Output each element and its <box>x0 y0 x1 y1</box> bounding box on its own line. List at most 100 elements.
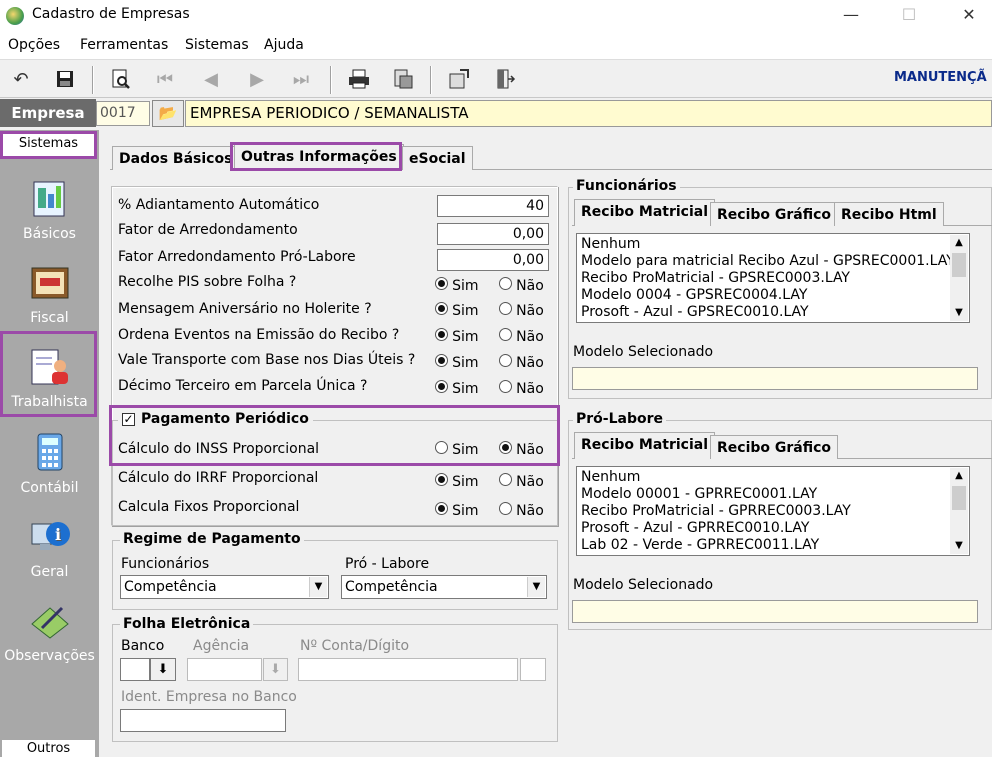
funcionarios-modelo-label: Modelo Selecionado <box>573 344 714 360</box>
radio-row-decimo: Décimo Terceiro em Parcela Única ? <box>118 378 367 394</box>
radio-decimo-nao[interactable]: Não <box>499 380 544 397</box>
radio-irrf-sim[interactable]: Sim <box>435 473 479 490</box>
prolabore-modelo-label: Modelo Selecionado <box>573 577 714 593</box>
tab-funcionarios-recibo-matricial[interactable]: Recibo Matricial <box>574 199 716 226</box>
funcionarios-scrollbar[interactable]: ▲ ▼ <box>950 235 968 321</box>
funcionarios-title: Funcionários <box>573 178 680 194</box>
agencia-lookup-icon[interactable]: ⬇ <box>263 658 288 681</box>
list-item[interactable]: Modelo 0004 - GPSREC0004.LAY <box>581 287 965 304</box>
radio-vale-nao[interactable]: Não <box>499 354 544 371</box>
tab-funcionarios-recibo-grafico[interactable]: Recibo Gráfico <box>710 202 839 226</box>
sidebar-item-observacoes[interactable]: Observações <box>0 600 99 664</box>
chevron-up-icon[interactable]: ▲ <box>950 468 968 484</box>
folha-title: Folha Eletrônica <box>120 616 254 632</box>
chevron-down-icon[interactable]: ▼ <box>950 305 968 321</box>
menu-ajuda[interactable]: Ajuda <box>264 37 304 53</box>
radio-irrf-nao[interactable]: Não <box>499 473 544 490</box>
menu-sistemas[interactable]: Sistemas <box>185 37 249 53</box>
sidebar-item-contabil[interactable]: Contábil <box>0 432 99 496</box>
radio-row-label: Mensagem Aniversário no Holerite ? <box>118 301 372 317</box>
radio-row-ordena: Ordena Eventos na Emissão do Recibo ? <box>118 327 399 343</box>
sidebar-item-basicos[interactable]: Básicos <box>0 178 99 242</box>
tab-prolabore-recibo-grafico[interactable]: Recibo Gráfico <box>710 435 839 459</box>
prolabore-listbox[interactable]: Nenhum Modelo 00001 - GPRREC0001.LAY Rec… <box>576 466 970 556</box>
maximize-button[interactable]: ☐ <box>886 0 932 30</box>
radio-ordena-sim[interactable]: Sim <box>435 328 479 345</box>
tab-esocial[interactable]: eSocial <box>402 146 473 170</box>
first-record-icon[interactable]: ⏮ <box>152 66 178 92</box>
info-icon: i <box>28 516 72 558</box>
radio-decimo-sim[interactable]: Sim <box>435 380 479 397</box>
adiantamento-input[interactable]: 40 <box>437 195 549 217</box>
empresa-name-field: EMPRESA PERIODICO / SEMANALISTA <box>185 100 992 127</box>
open-folder-icon[interactable]: 📂 <box>152 100 184 127</box>
list-item[interactable]: Prosoft - Azul - GPRREC0010.LAY <box>581 520 965 537</box>
list-item[interactable]: Nenhum <box>581 236 965 253</box>
list-item[interactable]: Lab 02 - Verde - GPRREC0011.LAY <box>581 537 965 554</box>
close-button[interactable]: ✕ <box>946 0 992 30</box>
banco-lookup-icon[interactable]: ⬇ <box>150 658 176 681</box>
list-item[interactable]: Prosoft - Azul - GPSREC0010.LAY <box>581 304 965 321</box>
prolabore-modelo-field <box>572 600 978 623</box>
radio-fixos-sim[interactable]: Sim <box>435 502 479 519</box>
arred-prolabore-input[interactable]: 0,00 <box>437 249 549 271</box>
funcionarios-listbox[interactable]: Nenhum Modelo para matricial Recibo Azul… <box>576 233 970 323</box>
arred-prolabore-label: Fator Arredondamento Pró-Labore <box>118 249 356 265</box>
empresa-code-input[interactable]: 0017 <box>96 101 150 126</box>
preview-icon[interactable] <box>108 66 134 92</box>
chevron-down-icon[interactable]: ▼ <box>950 538 968 554</box>
chevron-up-icon[interactable]: ▲ <box>950 235 968 251</box>
radio-vale-sim[interactable]: Sim <box>435 354 479 371</box>
undo-icon[interactable]: ↶ <box>8 66 34 92</box>
radio-ordena-nao[interactable]: Não <box>499 328 544 345</box>
list-item[interactable]: Modelo para matricial Recibo Azul - GPSR… <box>581 253 965 270</box>
tab-funcionarios-recibo-html[interactable]: Recibo Html <box>834 202 944 226</box>
radio-pis-nao[interactable]: Não <box>499 277 544 294</box>
digito-input[interactable] <box>520 658 546 681</box>
conta-label: Nº Conta/Dígito <box>300 638 410 654</box>
menu-opcoes[interactable]: Opções <box>8 37 60 53</box>
radio-pis-sim[interactable]: Sim <box>435 277 479 294</box>
list-item[interactable]: Recibo ProMatricial - GPRREC0003.LAY <box>581 503 965 520</box>
regime-funcionarios-select[interactable]: Competência ▼ <box>120 575 329 599</box>
sidebar-item-label: Geral <box>30 564 69 580</box>
sidebar-item-geral[interactable]: i Geral <box>0 516 99 580</box>
ident-empresa-input[interactable] <box>120 709 286 732</box>
list-item[interactable]: Recibo ProMatricial - GPSREC0003.LAY <box>581 270 965 287</box>
tab-dados-basicos[interactable]: Dados Básicos <box>112 146 240 170</box>
highlight-pagamento <box>109 405 560 466</box>
radio-row-aniversario: Mensagem Aniversário no Holerite ? <box>118 301 372 317</box>
sidebar-item-fiscal[interactable]: Fiscal <box>0 262 99 326</box>
next-record-icon[interactable]: ▶ <box>244 66 270 92</box>
empresa-label: Empresa <box>0 99 96 127</box>
banco-input[interactable] <box>120 658 150 681</box>
last-record-icon[interactable]: ⏭ <box>288 66 314 92</box>
radio-row-label: Ordena Eventos na Emissão do Recibo ? <box>118 327 400 343</box>
radio-fixos-nao[interactable]: Não <box>499 502 544 519</box>
agencia-input[interactable] <box>187 658 262 681</box>
sidebar-item-label: Básicos <box>23 226 76 242</box>
previous-record-icon[interactable]: ◀ <box>198 66 224 92</box>
arredondamento-input[interactable]: 0,00 <box>437 223 549 245</box>
minimize-button[interactable]: — <box>828 0 874 30</box>
irrf-proporcional-label: Cálculo do IRRF Proporcional <box>118 470 319 486</box>
highlight-tab <box>230 142 402 171</box>
regime-prolabore-select[interactable]: Competência ▼ <box>341 575 547 599</box>
print-icon[interactable] <box>346 66 372 92</box>
sidebar-footer-outros[interactable]: Outros <box>2 740 95 757</box>
list-item[interactable]: Modelo 00001 - GPRREC0001.LAY <box>581 486 965 503</box>
svg-text:i: i <box>54 525 60 544</box>
exit-icon[interactable] <box>492 66 518 92</box>
radio-row-vale: Vale Transporte com Base nos Dias Úteis … <box>118 352 415 368</box>
radio-aniversario-nao[interactable]: Não <box>499 302 544 319</box>
report-icon[interactable] <box>390 66 416 92</box>
prolabore-scrollbar[interactable]: ▲ ▼ <box>950 468 968 554</box>
radio-aniversario-sim[interactable]: Sim <box>435 302 479 319</box>
save-icon[interactable] <box>52 66 78 92</box>
list-item[interactable]: Nenhum <box>581 469 965 486</box>
menu-ferramentas[interactable]: Ferramentas <box>80 37 168 53</box>
radio-row-pis: Recolhe PIS sobre Folha ? <box>118 274 558 290</box>
tools-icon[interactable] <box>446 66 472 92</box>
tab-prolabore-recibo-matricial[interactable]: Recibo Matricial <box>574 432 716 459</box>
conta-input[interactable] <box>298 658 518 681</box>
